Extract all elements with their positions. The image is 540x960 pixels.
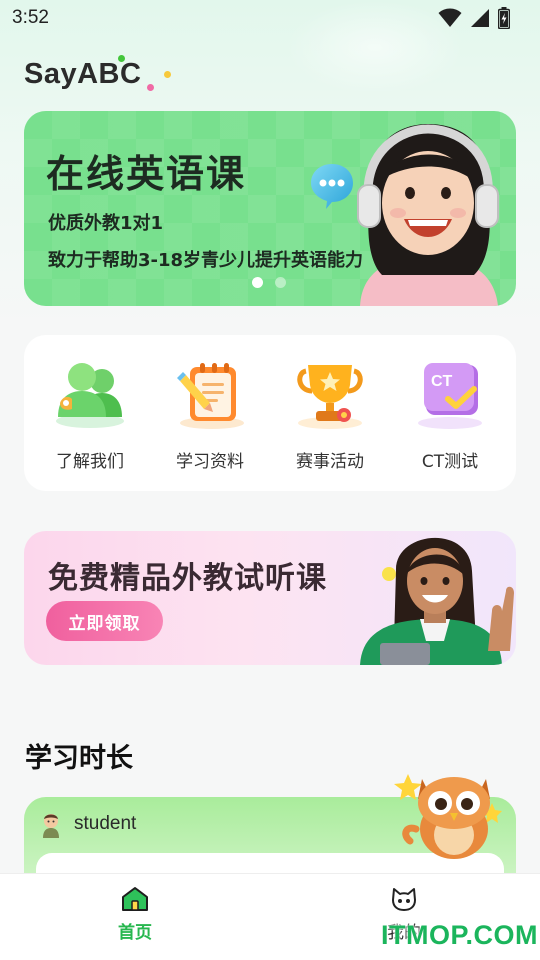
wifi-icon (438, 8, 462, 27)
battery-icon (498, 7, 510, 29)
pagination-dot[interactable] (275, 277, 286, 288)
pagination-dot-active[interactable] (252, 277, 263, 288)
ct-icon-text: CT (431, 373, 453, 390)
banner-subtitle-2: 致力于帮助3-18岁青少儿提升英语能力 (48, 250, 364, 271)
promo-title: 免费精品外教试听课 (48, 561, 327, 596)
quick-link-events[interactable]: 赛事活动 (275, 359, 385, 491)
cellular-signal-icon (471, 9, 489, 27)
banner-pagination[interactable] (252, 277, 286, 288)
logo-dot-green (118, 55, 125, 62)
logo-dot-yellow (164, 71, 171, 78)
claim-now-button[interactable]: 立即领取 (46, 601, 163, 641)
tab-home-label: 首页 (118, 923, 152, 943)
trophy-icon (297, 365, 363, 429)
trial-class-promo[interactable]: 免费精品外教试听课 立即领取 (24, 531, 516, 665)
quick-link-label: 学习资料 (176, 452, 244, 472)
quick-link-about-us[interactable]: 了解我们 (35, 359, 145, 491)
quick-link-label: 赛事活动 (296, 452, 364, 472)
study-time-title: 学习时长 (25, 743, 133, 774)
notebook-pencil-icon (177, 363, 244, 429)
status-icons (438, 7, 510, 29)
logo-dot-pink (147, 84, 154, 91)
logo-text: SayABC (24, 58, 142, 90)
app-logo: SayABC (24, 55, 171, 91)
banner-title: 在线英语课 (46, 152, 247, 196)
quick-links-card: 了解我们 学习资料 赛事活动 CT CT测试 (24, 335, 516, 491)
hero-banner[interactable]: 在线英语课 优质外教1对1 致力于帮助3-18岁青少儿提升英语能力 (24, 111, 516, 306)
banner-subtitle-1: 优质外教1对1 (48, 213, 164, 234)
student-avatar-icon (43, 814, 59, 838)
teacher-illustration (360, 537, 514, 665)
ct-test-icon: CT (418, 363, 482, 429)
status-time: 3:52 (12, 7, 49, 28)
quick-link-label: CT测试 (421, 452, 479, 472)
student-name: student (74, 813, 137, 834)
girl-headphones-illustration (357, 124, 499, 306)
cat-face-icon (392, 888, 416, 911)
quick-link-study-materials[interactable]: 学习资料 (155, 359, 265, 491)
status-bar: 3:52 (0, 0, 540, 36)
quick-link-label: 了解我们 (56, 452, 124, 472)
watermark-text: ITMOP.COM (381, 920, 539, 950)
people-icon (56, 363, 124, 428)
tab-home[interactable]: 首页 (106, 886, 164, 943)
quick-link-ct-test[interactable]: CT CT测试 (395, 359, 505, 491)
owl-mascot-illustration (394, 774, 502, 859)
home-icon (122, 887, 148, 911)
